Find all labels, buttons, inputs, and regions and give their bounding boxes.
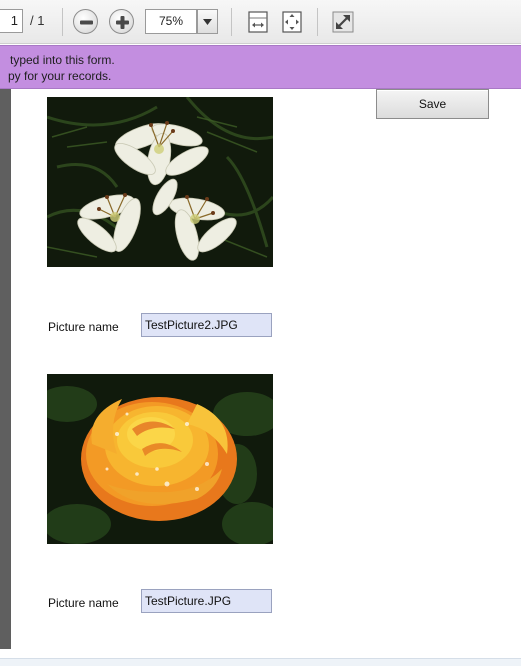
rose-photo — [47, 374, 273, 544]
document-left-edge — [0, 89, 11, 649]
picture-1-name-field[interactable]: TestPicture2.JPG — [141, 313, 272, 337]
page-total-label: / 1 — [30, 13, 45, 28]
fullscreen-icon[interactable] — [331, 10, 355, 34]
toolbar-divider — [62, 8, 63, 36]
picture-2-name-field[interactable]: TestPicture.JPG — [141, 589, 272, 613]
banner-text-line1: typed into this form. — [10, 53, 115, 67]
picture-2-name-label: Picture name — [48, 596, 119, 610]
zoom-in-icon — [116, 16, 129, 29]
fit-width-icon[interactable] — [246, 10, 270, 34]
zoom-out-icon — [80, 20, 93, 25]
picture-2-image — [47, 374, 273, 544]
save-button[interactable]: Save — [376, 89, 489, 119]
toolbar-divider — [317, 8, 318, 36]
lily-photo — [47, 97, 273, 267]
pdf-toolbar: 1 / 1 75% — [0, 0, 521, 44]
chevron-down-icon — [203, 19, 212, 25]
zoom-level-input[interactable]: 75% — [145, 9, 197, 34]
page-number-input[interactable]: 1 — [0, 9, 23, 33]
zoom-dropdown-button[interactable] — [197, 9, 218, 34]
zoom-out-button[interactable] — [73, 9, 98, 34]
picture-1-image — [47, 97, 273, 267]
banner-text-line2: py for your records. — [8, 69, 112, 83]
picture-1-name-label: Picture name — [48, 320, 119, 334]
form-info-banner: typed into this form. py for your record… — [0, 45, 521, 89]
zoom-in-button[interactable] — [109, 9, 134, 34]
toolbar-divider — [231, 8, 232, 36]
status-strip — [0, 658, 521, 666]
fit-page-icon[interactable] — [280, 10, 304, 34]
